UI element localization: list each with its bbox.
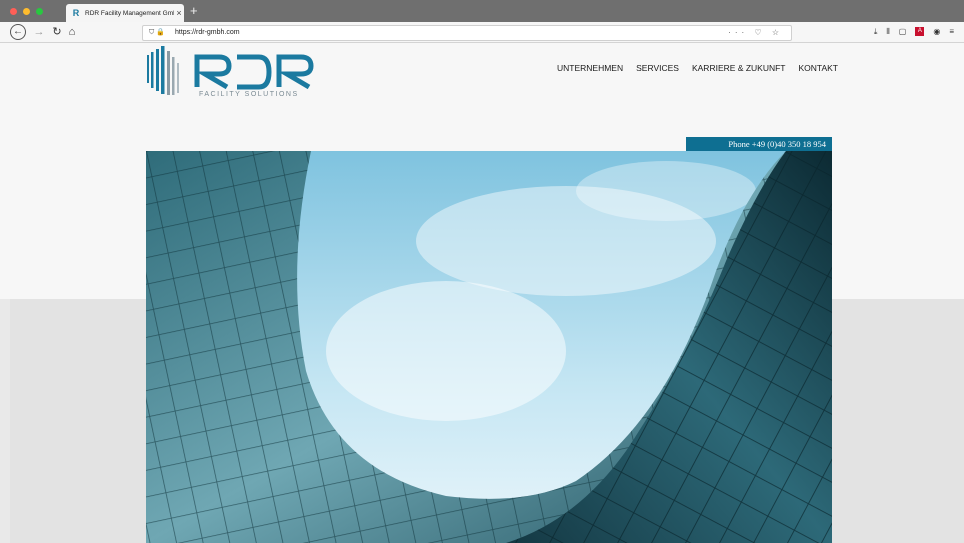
window-controls [10,8,43,15]
browser-tools: ⤓ ⫴ ▢ A ◉ ≡ [874,25,954,39]
home-icon[interactable]: ⌂ [66,24,78,40]
tab-bar: R RDR Facility Management GmbH × + [0,0,964,22]
url-text: https://rdr-gmbh.com [175,29,240,36]
reload-icon[interactable]: ↻ [51,24,63,40]
account-icon[interactable]: ◉ [933,25,940,39]
nav-unternehmen[interactable]: UNTERNEHMEN [557,63,623,73]
logo-tagline: FACILITY SOLUTIONS [199,91,299,98]
zoom-window-button[interactable] [36,8,43,15]
forward-icon[interactable]: → [33,24,45,40]
pdf-icon[interactable]: A [915,27,925,36]
browser-tab[interactable]: R RDR Facility Management GmbH × [66,4,184,22]
rdr-logo[interactable]: FACILITY SOLUTIONS [145,43,315,101]
nav-karriere[interactable]: KARRIERE & ZUKUNFT [692,63,786,73]
webpage: FACILITY SOLUTIONS UNTERNEHMEN SERVICES … [0,43,964,543]
new-tab-button[interactable]: + [190,4,198,18]
tab-close-icon[interactable]: × [174,8,184,18]
phone-banner[interactable]: Phone +49 (0)40 350 18 954 [686,137,832,151]
library-icon[interactable]: ⫴ [886,25,889,39]
tab-title: RDR Facility Management GmbH [85,9,174,17]
url-actions[interactable]: ··· ♡ ☆ [728,26,783,40]
rdr-favicon-icon: R [72,8,80,18]
menu-icon[interactable]: ≡ [949,25,954,39]
nav-kontakt[interactable]: KONTAKT [798,63,838,73]
hero-image [146,151,832,543]
download-icon[interactable]: ⤓ [874,25,878,39]
main-navigation: UNTERNEHMEN SERVICES KARRIERE & ZUKUNFT … [557,63,838,73]
minimize-window-button[interactable] [23,8,30,15]
address-bar[interactable]: ⛉ 🔒 https://rdr-gmbh.com ··· ♡ ☆ [142,25,792,41]
shield-icon[interactable]: ⛉ 🔒 [149,26,165,40]
sidebar-icon[interactable]: ▢ [899,25,907,39]
nav-services[interactable]: SERVICES [636,63,679,73]
close-window-button[interactable] [10,8,17,15]
back-icon[interactable]: ← [10,24,26,40]
browser-toolbar: ← → ↻ ⌂ ⛉ 🔒 https://rdr-gmbh.com ··· ♡ ☆… [0,22,964,43]
